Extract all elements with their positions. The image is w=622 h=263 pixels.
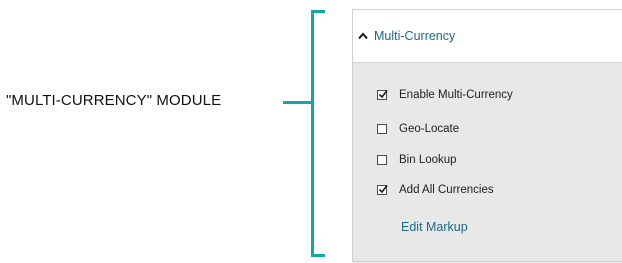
option-add-all-currencies[interactable]: Add All Currencies: [377, 184, 494, 196]
annotation-label: "MULTI-CURRENCY" MODULE: [6, 92, 222, 109]
module-body: Enable Multi-Currency Geo-Locate Bin Loo…: [353, 62, 622, 263]
edit-markup-link[interactable]: Edit Markup: [401, 220, 468, 234]
option-label: Enable Multi-Currency: [399, 89, 513, 101]
checkbox-bin-lookup[interactable]: [377, 155, 387, 165]
annotation-connector-line: [283, 101, 313, 104]
option-enable-multi-currency[interactable]: Enable Multi-Currency: [377, 89, 513, 101]
module-header[interactable]: Multi-Currency: [353, 10, 622, 62]
checkbox-add-all-currencies[interactable]: [377, 185, 388, 195]
checkmark-icon: [378, 185, 388, 194]
option-label: Add All Currencies: [399, 184, 494, 196]
chevron-up-icon[interactable]: [357, 30, 369, 42]
checkbox-enable-multi-currency[interactable]: [377, 90, 388, 100]
module-title: Multi-Currency: [374, 29, 456, 43]
checkmark-icon: [378, 90, 388, 99]
multi-currency-module: Multi-Currency Enable Multi-Currency Geo…: [352, 9, 622, 263]
option-label: Geo-Locate: [399, 123, 460, 135]
annotation-bracket: [311, 10, 325, 257]
option-bin-lookup[interactable]: Bin Lookup: [377, 154, 457, 166]
checkbox-geo-locate[interactable]: [377, 124, 387, 134]
option-label: Bin Lookup: [399, 154, 457, 166]
option-geo-locate[interactable]: Geo-Locate: [377, 123, 459, 135]
